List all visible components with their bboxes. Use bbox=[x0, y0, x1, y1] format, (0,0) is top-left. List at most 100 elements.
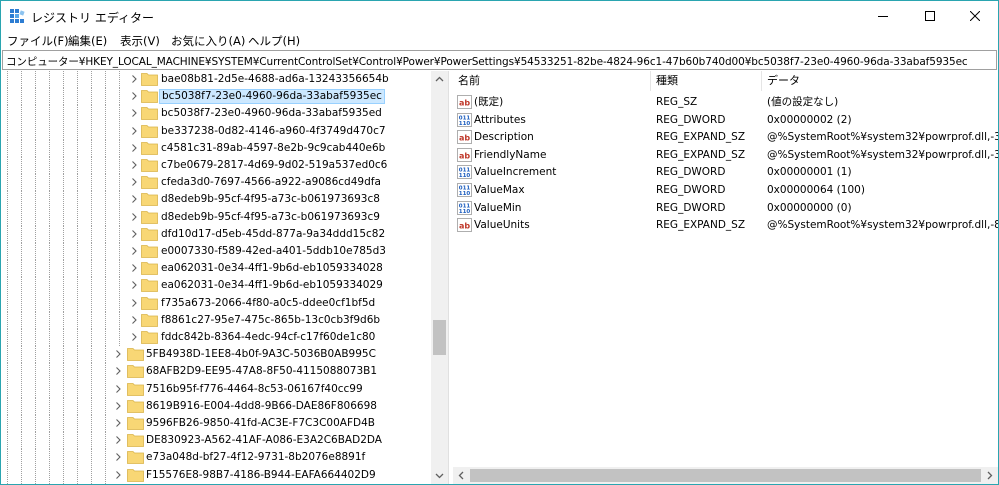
tree-item[interactable]: c7be0679-2817-4d69-9d02-519a537ed0c6 bbox=[1, 157, 431, 174]
chevron-right-icon[interactable] bbox=[130, 333, 138, 341]
scroll-up-icon[interactable] bbox=[435, 75, 444, 84]
chevron-right-icon[interactable] bbox=[130, 298, 138, 307]
value-name[interactable]: FriendlyName bbox=[474, 148, 651, 163]
tree-item[interactable]: ea062031-0e34-4ff1-9b6d-eb1059334029 bbox=[1, 277, 431, 295]
tree-item-label[interactable]: bc5038f7-23e0-4960-96da-33abaf5935ed bbox=[159, 106, 384, 121]
tree-item-label[interactable]: cfeda3d0-7697-4566-a922-a9086cd49dfa bbox=[159, 175, 383, 190]
value-row[interactable]: ab FriendlyName REG_EXPAND_SZ @%SystemRoot%… bbox=[453, 147, 998, 164]
menu-file[interactable]: ファイル(F) bbox=[7, 33, 69, 49]
chevron-right-icon[interactable] bbox=[114, 419, 122, 427]
tree-item[interactable]: bc5038f7-23e0-4960-96da-33abaf5935ed bbox=[1, 105, 431, 123]
tree-item-label[interactable]: dfd10d17-d5eb-45dd-877a-9a34ddd15c82 bbox=[159, 227, 387, 242]
title-bar[interactable]: レジストリ エディター bbox=[1, 1, 998, 31]
tree-item-label[interactable]: bc5038f7-23e0-4960-96da-33abaf5935ec bbox=[159, 89, 385, 105]
chevron-right-icon[interactable] bbox=[130, 178, 138, 187]
tree-item[interactable]: 9596FB26-9850-41fd-AC3E-F7C3C00AFD4B bbox=[1, 415, 431, 432]
tree-item[interactable]: cfeda3d0-7697-4566-a922-a9086cd49dfa bbox=[1, 174, 431, 192]
chevron-right-icon[interactable] bbox=[130, 126, 138, 135]
value-name[interactable]: ValueMax bbox=[474, 183, 651, 198]
chevron-right-icon[interactable] bbox=[130, 109, 138, 118]
tree-item[interactable]: d8edeb9b-95cf-4f95-a73c-b061973693c8 bbox=[1, 191, 431, 209]
tree-item-label[interactable]: c4581c31-89ab-4597-8e2b-9c9cab440e6b bbox=[159, 141, 387, 156]
tree-item-label[interactable]: ea062031-0e34-4ff1-9b6d-eb1059334029 bbox=[159, 278, 385, 293]
chevron-right-icon[interactable] bbox=[130, 92, 138, 101]
address-bar[interactable]: コンピューター¥HKEY_LOCAL_MACHINE¥SYSTEM¥Curren… bbox=[2, 50, 997, 70]
key-tree-pane[interactable]: bae08b81-2d5e-4688-ad6a-13243356654b bc50… bbox=[1, 71, 448, 484]
chevron-right-icon[interactable] bbox=[114, 436, 122, 445]
tree-item-label[interactable]: e0007330-f589-42ed-a401-5ddb10e785d3 bbox=[159, 244, 388, 259]
close-button[interactable] bbox=[952, 1, 998, 31]
scroll-down-icon[interactable] bbox=[435, 471, 444, 480]
values-list-pane[interactable]: 名前 種類 データ ab (既定) REG_SZ (値の設定なし) 011 110 Attr… bbox=[453, 71, 998, 484]
scroll-right-icon[interactable] bbox=[985, 471, 994, 480]
value-name[interactable]: ValueIncrement bbox=[474, 165, 651, 180]
menu-favorites[interactable]: お気に入り(A) bbox=[171, 33, 245, 49]
chevron-right-icon[interactable] bbox=[130, 315, 138, 324]
menu-help[interactable]: ヘルプ(H) bbox=[248, 33, 300, 49]
tree-item[interactable]: e73a048d-bf27-4f12-9731-8b2076e8891f bbox=[1, 449, 431, 467]
chevron-right-icon[interactable] bbox=[114, 350, 122, 359]
tree-item-label[interactable]: c7be0679-2817-4d69-9d02-519a537ed0c6 bbox=[159, 158, 389, 173]
tree-item[interactable]: d8edeb9b-95cf-4f95-a73c-b061973693c9 bbox=[1, 208, 431, 226]
tree-item-label[interactable]: 9596FB26-9850-41fd-AC3E-F7C3C00AFD4B bbox=[144, 416, 377, 431]
value-row[interactable]: 011 110 ValueMax REG_DWORD 0x00000064 (100) bbox=[453, 182, 998, 199]
tree-item[interactable]: bae08b81-2d5e-4688-ad6a-13243356654b bbox=[1, 71, 431, 88]
tree-item-label[interactable]: 7516b95f-f776-4464-8c53-06167f40cc99 bbox=[144, 382, 365, 397]
tree-item[interactable]: 8619B916-E004-4dd8-9B66-DAE86F806698 bbox=[1, 397, 431, 415]
chevron-right-icon[interactable] bbox=[114, 453, 122, 462]
tree-item[interactable]: ea062031-0e34-4ff1-9b6d-eb1059334028 bbox=[1, 260, 431, 278]
chevron-right-icon[interactable] bbox=[130, 247, 138, 255]
tree-item-label[interactable]: e73a048d-bf27-4f12-9731-8b2076e8891f bbox=[144, 450, 367, 465]
chevron-right-icon[interactable] bbox=[114, 384, 122, 393]
values-horizontal-scrollbar[interactable] bbox=[453, 467, 998, 484]
tree-item[interactable]: DE830923-A562-41AF-A086-E3A2C6BAD2DA bbox=[1, 432, 431, 450]
tree-item-label[interactable]: f8861c27-95e7-475c-865b-13c0cb3f9d6b bbox=[159, 313, 382, 328]
tree-item[interactable]: be337238-0d82-4146-a960-4f3749d470c7 bbox=[1, 122, 431, 140]
tree-item[interactable]: f8861c27-95e7-475c-865b-13c0cb3f9d6b bbox=[1, 311, 431, 329]
value-name[interactable]: (既定) bbox=[474, 95, 651, 110]
tree-item[interactable]: 5FB4938D-1EE8-4b0f-9A3C-5036B0AB995C bbox=[1, 346, 431, 364]
tree-item[interactable]: dfd10d17-d5eb-45dd-877a-9a34ddd15c82 bbox=[1, 225, 431, 243]
value-row[interactable]: 011 110 ValueMin REG_DWORD 0x00000000 (0) bbox=[453, 200, 998, 217]
tree-item[interactable]: F15576E8-98B7-4186-B944-EAFA664402D9 bbox=[1, 466, 431, 484]
chevron-right-icon[interactable] bbox=[130, 212, 138, 221]
tree-scroll-thumb[interactable] bbox=[433, 320, 446, 355]
chevron-right-icon[interactable] bbox=[114, 367, 122, 376]
tree-item[interactable]: 68AFB2D9-EE95-47A8-8F50-4115088073B1 bbox=[1, 363, 431, 381]
column-header-name[interactable]: 名前 bbox=[453, 71, 651, 91]
menu-edit[interactable]: 編集(E) bbox=[68, 33, 107, 49]
chevron-right-icon[interactable] bbox=[130, 161, 138, 169]
value-row[interactable]: 011 110 Attributes REG_DWORD 0x00000002 (2) bbox=[453, 112, 998, 129]
tree-item-label[interactable]: d8edeb9b-95cf-4f95-a73c-b061973693c8 bbox=[159, 192, 382, 207]
menu-view[interactable]: 表示(V) bbox=[120, 33, 160, 49]
tree-item-label[interactable]: 68AFB2D9-EE95-47A8-8F50-4115088073B1 bbox=[144, 364, 379, 379]
maximize-button[interactable] bbox=[907, 1, 953, 31]
address-path[interactable]: コンピューター¥HKEY_LOCAL_MACHINE¥SYSTEM¥Curren… bbox=[6, 54, 968, 69]
value-name[interactable]: ValueUnits bbox=[474, 218, 651, 233]
value-name[interactable]: ValueMin bbox=[474, 201, 651, 216]
tree-item-label[interactable]: f735a673-2066-4f80-a0c5-ddee0cf1bf5d bbox=[159, 296, 377, 311]
tree-item-label[interactable]: 5FB4938D-1EE8-4b0f-9A3C-5036B0AB995C bbox=[144, 347, 378, 362]
scroll-left-icon[interactable] bbox=[457, 471, 466, 480]
tree-item-label[interactable]: F15576E8-98B7-4186-B944-EAFA664402D9 bbox=[144, 468, 378, 483]
tree-item-label[interactable]: be337238-0d82-4146-a960-4f3749d470c7 bbox=[159, 124, 388, 139]
chevron-right-icon[interactable] bbox=[130, 281, 138, 290]
tree-item[interactable]: bc5038f7-23e0-4960-96da-33abaf5935ec bbox=[1, 88, 431, 106]
tree-item-label[interactable]: fddc842b-8364-4edc-94cf-c17f60de1c80 bbox=[159, 330, 377, 345]
tree-item-label[interactable]: d8edeb9b-95cf-4f95-a73c-b061973693c9 bbox=[159, 210, 382, 225]
tree-item[interactable]: e0007330-f589-42ed-a401-5ddb10e785d3 bbox=[1, 243, 431, 260]
chevron-right-icon[interactable] bbox=[114, 401, 122, 410]
chevron-right-icon[interactable] bbox=[130, 143, 138, 152]
value-row[interactable]: 011 110 ValueIncrement REG_DWORD 0x00000001 … bbox=[453, 164, 998, 181]
tree-item[interactable]: fddc842b-8364-4edc-94cf-c17f60de1c80 bbox=[1, 329, 431, 346]
tree-item-label[interactable]: DE830923-A562-41AF-A086-E3A2C6BAD2DA bbox=[144, 433, 384, 448]
tree-item-label[interactable]: ea062031-0e34-4ff1-9b6d-eb1059334028 bbox=[159, 261, 385, 276]
chevron-right-icon[interactable] bbox=[130, 264, 138, 273]
chevron-right-icon[interactable] bbox=[130, 195, 138, 204]
minimize-button[interactable] bbox=[860, 1, 906, 31]
column-header-data[interactable]: データ bbox=[762, 71, 998, 91]
value-row[interactable]: ab ValueUnits REG_EXPAND_SZ @%SystemRoot%¥s… bbox=[453, 217, 998, 234]
value-row[interactable]: ab (既定) REG_SZ (値の設定なし) bbox=[453, 94, 998, 111]
chevron-right-icon[interactable] bbox=[130, 229, 138, 238]
tree-item[interactable]: c4581c31-89ab-4597-8e2b-9c9cab440e6b bbox=[1, 139, 431, 157]
